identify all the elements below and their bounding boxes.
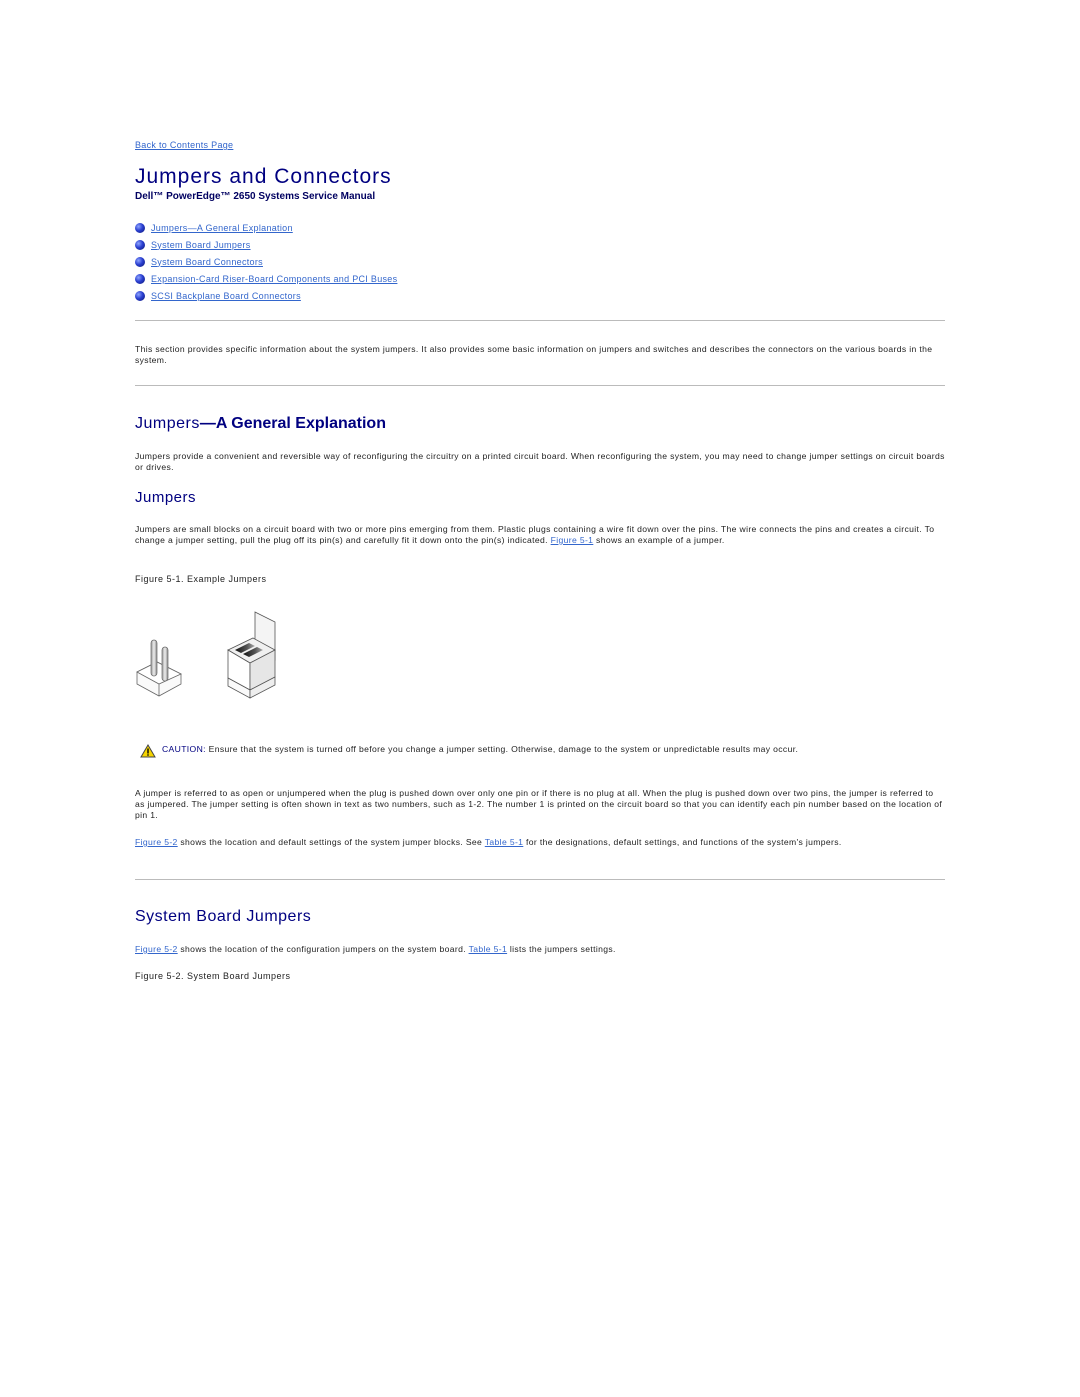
toc-link-system-board-connectors[interactable]: System Board Connectors <box>151 257 263 267</box>
warning-triangle-icon <box>140 744 156 758</box>
text: Jumpers are small blocks on a circuit bo… <box>135 524 935 545</box>
toc-link-expansion-card-riser[interactable]: Expansion-Card Riser-Board Components an… <box>151 274 397 284</box>
blue-sphere-bullet-icon <box>135 222 145 233</box>
divider <box>135 320 945 321</box>
divider <box>135 879 945 880</box>
subheading-jumpers: Jumpers <box>135 489 197 506</box>
section-heading-general-explanation: Jumpers—A General Explanation <box>135 415 386 433</box>
jumpered-paragraph: A jumper is referred to as open or unjum… <box>135 788 943 820</box>
caution-text: CAUTION: Ensure that the system is turne… <box>162 744 798 758</box>
manual-subtitle: Dell™ PowerEdge™ 2650 Systems Service Ma… <box>135 191 376 202</box>
toc-item: System Board Jumpers <box>135 236 397 253</box>
general-paragraph: Jumpers provide a convenient and reversi… <box>135 451 945 472</box>
table-of-contents: Jumpers—A General Explanation System Boa… <box>135 219 397 304</box>
divider <box>135 385 945 386</box>
text: shows the location and default settings … <box>177 837 485 847</box>
figure-5-2-link[interactable]: Figure 5-2 <box>135 837 178 847</box>
example-jumpers-figure <box>136 611 276 699</box>
toc-link-system-board-jumpers[interactable]: System Board Jumpers <box>151 240 251 250</box>
table-5-1-link[interactable]: Table 5-1 <box>485 837 524 847</box>
toc-link-general-explanation[interactable]: Jumpers—A General Explanation <box>151 223 293 233</box>
jumper-location-paragraph: Figure 5-2 shows the location and defaul… <box>135 837 945 848</box>
section-heading-system-board-jumpers: System Board Jumpers <box>135 908 312 925</box>
back-to-contents-link[interactable]: Back to Contents Page <box>135 140 233 150</box>
figure-5-1-link[interactable]: Figure 5-1 <box>551 535 594 545</box>
heading-light-part: Jumpers <box>135 415 200 432</box>
toc-item: System Board Connectors <box>135 253 397 270</box>
figure-5-2-caption: Figure 5-2. System Board Jumpers <box>135 971 291 981</box>
intro-paragraph: This section provides specific informati… <box>135 344 933 365</box>
text: shows the location of the configuration … <box>177 944 469 954</box>
blue-sphere-bullet-icon <box>135 290 145 301</box>
toc-link-scsi-backplane[interactable]: SCSI Backplane Board Connectors <box>151 291 301 301</box>
toc-item: Expansion-Card Riser-Board Components an… <box>135 270 397 287</box>
figure-5-1-caption: Figure 5-1. Example Jumpers <box>135 574 267 584</box>
blue-sphere-bullet-icon <box>135 273 145 284</box>
text: for the designations, default settings, … <box>523 837 842 847</box>
open-jumper-icon <box>136 639 182 697</box>
text: shows an example of a jumper. <box>593 535 725 545</box>
toc-item: SCSI Backplane Board Connectors <box>135 287 397 304</box>
blue-sphere-bullet-icon <box>135 239 145 250</box>
system-board-paragraph: Figure 5-2 shows the location of the con… <box>135 944 945 955</box>
page-title: Jumpers and Connectors <box>135 165 392 188</box>
caution-label: CAUTION: <box>162 744 206 754</box>
heading-bold-part: —A General Explanation <box>199 415 386 432</box>
blue-sphere-bullet-icon <box>135 256 145 267</box>
caution-notice: CAUTION: Ensure that the system is turne… <box>140 744 940 758</box>
caution-body: Ensure that the system is turned off bef… <box>205 744 799 754</box>
figure-5-2-link[interactable]: Figure 5-2 <box>135 944 178 954</box>
jumpers-paragraph: Jumpers are small blocks on a circuit bo… <box>135 524 945 546</box>
toc-item: Jumpers—A General Explanation <box>135 219 397 236</box>
table-5-1-link[interactable]: Table 5-1 <box>469 944 508 954</box>
text: lists the jumpers settings. <box>507 944 616 954</box>
jumpered-plug-icon <box>227 611 276 699</box>
